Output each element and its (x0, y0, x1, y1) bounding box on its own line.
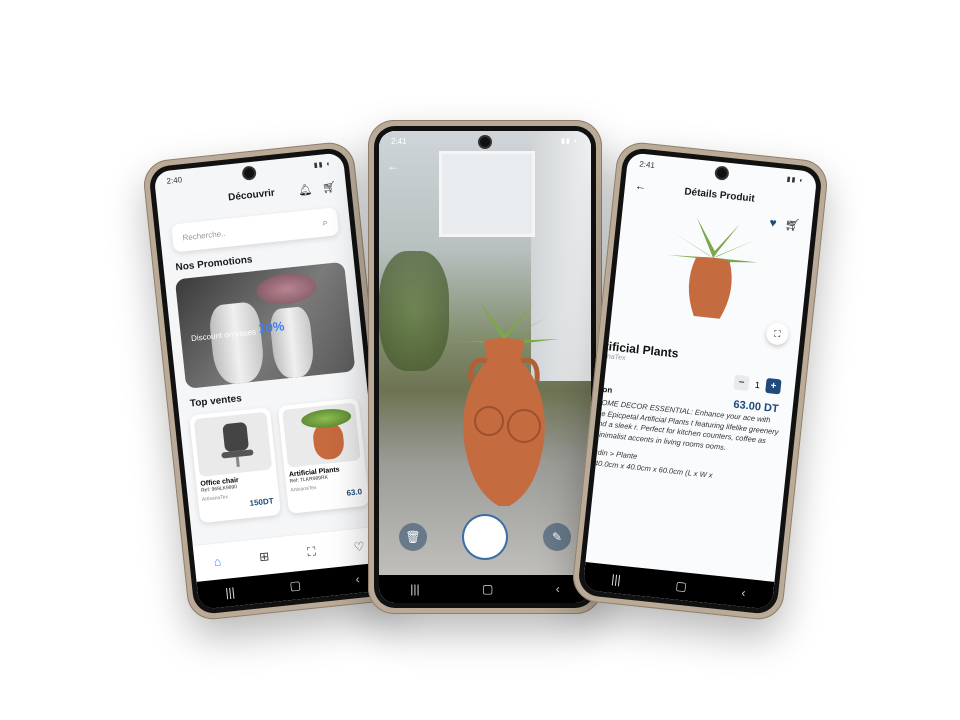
status-icons: ▮▮ ◐ (561, 138, 579, 145)
phone-product-details: 2:41 ▮▮ ◐ ← Détails Produit ♥ 🛒︎ ⛶ rtifi… (570, 140, 830, 622)
promo-banner[interactable]: Discount on vases 10% (174, 261, 356, 389)
back-arrow-icon[interactable]: ← (634, 180, 646, 193)
cart-icon[interactable]: 🛒︎ (321, 180, 337, 194)
home-nav-icon[interactable]: ▢ (482, 582, 493, 596)
plant-pot-image (667, 217, 758, 319)
categories-icon[interactable]: ⊞ (258, 549, 269, 564)
product-price: 150DT (249, 496, 275, 508)
system-nav-bar: ||| ▢ ‹ (582, 562, 775, 610)
product-image: ⛶ (610, 198, 813, 347)
status-time: 2:41 (638, 158, 656, 170)
details-screen: 2:41 ▮▮ ◐ ← Détails Produit ♥ 🛒︎ ⛶ rtifi… (582, 152, 818, 610)
status-bar: 2:41 ▮▮ ◐ (379, 131, 591, 151)
page-title: Détails Produit (683, 185, 756, 205)
brush-icon[interactable]: ✎ (543, 523, 571, 551)
status-time: 2:41 (391, 136, 407, 146)
home-nav-icon[interactable]: ▢ (289, 578, 302, 593)
vase-image (268, 305, 316, 380)
product-image (282, 402, 361, 468)
scan-icon[interactable]: ⛶ (307, 544, 317, 560)
increment-button[interactable]: + (765, 377, 782, 395)
back-nav-icon[interactable]: ‹ (741, 586, 746, 600)
ar-screen: ← 2:41 ▮▮ ◐ 🗑︎ ✎ ||| ▢ ‹ (379, 131, 591, 603)
capture-button[interactable] (467, 519, 503, 555)
page-title: Découvrir (227, 187, 276, 203)
top-sales-list: Office chair Ref: 969LK9990 ArtisanaTex … (189, 397, 370, 524)
back-nav-icon[interactable]: ‹ (556, 582, 560, 596)
product-card[interactable]: Office chair Ref: 969LK9990 ArtisanaTex … (189, 407, 282, 524)
search-placeholder: Recherche.. (182, 228, 226, 242)
phone-discover: 2:40 ▮▮ ◐ Découvrir 🔔︎ 🛒︎ Recherche.. ⌕ … (141, 140, 401, 622)
terracotta-vase-model (449, 301, 559, 506)
product-image (193, 411, 273, 477)
ar-controls: 🗑︎ ✎ (379, 519, 591, 555)
search-input[interactable]: Recherche.. ⌕ (171, 207, 340, 253)
plants-background (379, 251, 449, 371)
home-nav-icon[interactable]: ▢ (675, 579, 688, 594)
heart-icon[interactable]: ♡ (353, 539, 365, 554)
recents-icon[interactable]: ||| (611, 572, 622, 587)
flowers-image (255, 270, 318, 307)
back-arrow-icon[interactable]: ← (387, 159, 399, 173)
status-icons: ▮▮ ◐ (313, 160, 333, 170)
delete-icon[interactable]: 🗑︎ (399, 523, 427, 551)
system-nav-bar: ||| ▢ ‹ (379, 575, 591, 603)
discover-screen: 2:40 ▮▮ ◐ Découvrir 🔔︎ 🛒︎ Recherche.. ⌕ … (153, 152, 389, 610)
bell-icon[interactable]: 🔔︎ (298, 182, 313, 196)
phone-ar-view: ← 2:41 ▮▮ ◐ 🗑︎ ✎ ||| ▢ ‹ (368, 120, 602, 614)
quantity-value: 1 (754, 379, 761, 390)
search-icon[interactable]: ⌕ (322, 217, 329, 229)
status-icons: ▮▮ ◐ (786, 175, 805, 185)
recents-icon[interactable]: ||| (225, 585, 236, 600)
product-price: 63.0 (346, 487, 363, 498)
back-nav-icon[interactable]: ‹ (355, 572, 360, 586)
home-icon[interactable]: ⌂ (213, 554, 222, 569)
status-time: 2:40 (166, 174, 183, 186)
window-background (439, 151, 535, 237)
vase-image (207, 300, 266, 386)
ar-view-button[interactable]: ⛶ (765, 321, 790, 346)
recents-icon[interactable]: ||| (410, 582, 419, 596)
decrement-button[interactable]: − (733, 374, 750, 392)
product-card[interactable]: Artificial Plants Ref: TLKR989RK Artisan… (277, 397, 370, 514)
promo-percent: 10% (257, 318, 286, 336)
